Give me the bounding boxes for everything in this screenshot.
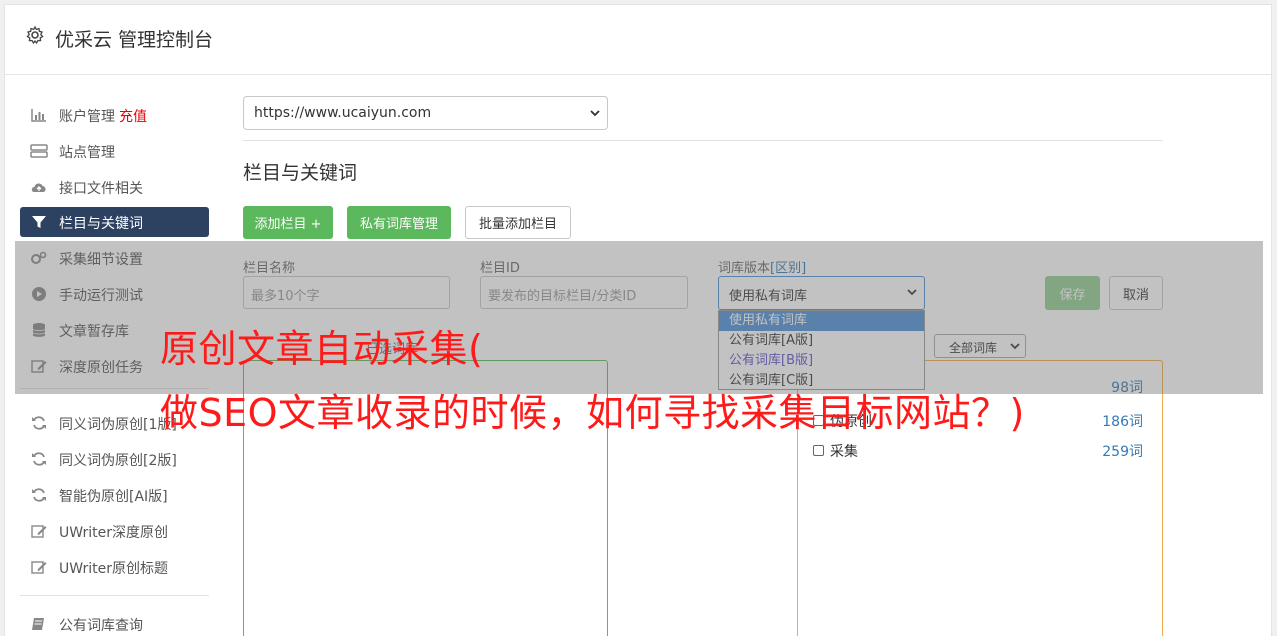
sidebar-item-label: 智能伪原创[AI版]	[59, 489, 168, 505]
sidebar-item-label: 公有词库查询	[59, 618, 143, 634]
refresh-icon	[30, 487, 48, 503]
refresh-icon	[30, 415, 48, 431]
sidebar-item-label: 站点管理	[59, 145, 115, 161]
bar-chart-icon	[30, 107, 48, 123]
chevron-down-icon	[589, 107, 601, 119]
sidebar-item-account[interactable]: 账户管理 充值	[20, 100, 209, 130]
sidebar-item-label: 栏目与关键词	[59, 216, 143, 232]
filter-icon	[30, 214, 48, 230]
headline-line-2: 做SEO文章收录的时候，如何寻找采集目标网站？)	[160, 391, 1025, 435]
sidebar-item-public-lib[interactable]: 公有词库查询	[20, 609, 209, 636]
sidebar-item-synonym-v2[interactable]: 同义词伪原创[2版]	[20, 444, 209, 474]
add-column-button[interactable]: 添加栏目 +	[243, 206, 333, 239]
server-icon	[30, 143, 48, 159]
sidebar-item-ai-rewrite[interactable]: 智能伪原创[AI版]	[20, 480, 209, 510]
library-name: 采集	[830, 444, 858, 460]
library-checkbox[interactable]	[813, 445, 824, 456]
header-bar: 优采云 管理控制台	[5, 5, 1271, 75]
sidebar-item-label: 账户管理	[59, 109, 115, 125]
private-lib-button[interactable]: 私有词库管理	[347, 206, 451, 239]
app-title: 优采云 管理控制台	[55, 29, 214, 51]
batch-add-button[interactable]: 批量添加栏目	[465, 206, 571, 239]
site-select-value: https://www.ucaiyun.com	[254, 105, 432, 121]
gear-icon	[25, 25, 45, 45]
site-select[interactable]: https://www.ucaiyun.com	[243, 96, 608, 130]
sidebar-item-label: 接口文件相关	[59, 181, 143, 197]
headline-line-1: 原创文章自动采集(	[160, 327, 484, 371]
refresh-icon	[30, 451, 48, 467]
edit-icon	[30, 559, 48, 575]
sidebar-item-sites[interactable]: 站点管理	[20, 136, 209, 166]
cloud-upload-icon	[30, 179, 48, 195]
library-row[interactable]: 采集 259词	[813, 441, 1143, 461]
library-count: 186词	[1102, 414, 1143, 430]
edit-icon	[30, 523, 48, 539]
sidebar-item-uwriter-deep[interactable]: UWriter深度原创	[20, 516, 209, 546]
section-title: 栏目与关键词	[243, 162, 358, 184]
recharge-link[interactable]: 充值	[119, 109, 147, 125]
sidebar-divider	[20, 595, 209, 596]
sidebar-item-uwriter-title[interactable]: UWriter原创标题	[20, 552, 209, 582]
sidebar-item-columns[interactable]: 栏目与关键词	[20, 207, 209, 237]
library-count: 259词	[1102, 444, 1143, 460]
sidebar-item-label: 同义词伪原创[2版]	[59, 453, 177, 469]
sidebar-item-label: UWriter深度原创	[59, 525, 168, 541]
sidebar-item-interface[interactable]: 接口文件相关	[20, 172, 209, 202]
sidebar-item-label: UWriter原创标题	[59, 561, 168, 577]
divider	[243, 140, 1163, 141]
book-icon	[30, 616, 48, 632]
